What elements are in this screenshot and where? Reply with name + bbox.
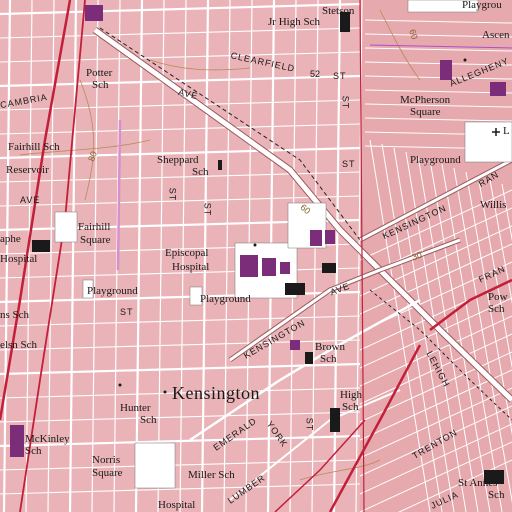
label-st-annes-sch: Sch — [488, 489, 505, 501]
building — [440, 60, 452, 80]
building — [322, 263, 336, 273]
map-canvas — [0, 0, 512, 512]
building — [325, 230, 335, 244]
school-marker — [163, 390, 167, 394]
label-sheppard: Sheppard — [157, 154, 199, 166]
label-reservoir: Reservoir — [6, 164, 49, 176]
label-potter-sch: Sch — [92, 79, 109, 91]
label-st-v2: ST — [202, 202, 213, 217]
label-st-top: ST — [333, 71, 347, 81]
label-elsn-sch: elsn Sch — [0, 339, 37, 351]
label-playground-ne: Playgrou — [462, 0, 502, 11]
label-fairhill: Fairhill — [78, 221, 111, 233]
label-st-side: ST — [340, 95, 351, 110]
label-playground-mcpherson: Playground — [410, 154, 461, 166]
label-st-52: 52 — [310, 69, 321, 79]
label-playground-central: Playground — [200, 293, 251, 305]
label-episcopal-hospital: Hospital — [172, 261, 210, 273]
school-marker — [118, 383, 122, 387]
label-hospital-south: Hospital — [158, 499, 196, 511]
label-hunter: Hunter — [120, 402, 151, 414]
label-st-lower: ST — [120, 307, 134, 317]
norris-square-park — [134, 442, 176, 489]
label-ascension: Ascen — [482, 29, 510, 41]
label-mckinley: McKinley — [25, 433, 70, 445]
label-episcopal: Episcopal — [165, 247, 209, 259]
label-hospital-west: Hospital — [0, 253, 38, 265]
label-aphe: aphe — [0, 233, 21, 245]
school-marker — [463, 58, 467, 62]
label-norris: Norris — [92, 454, 121, 466]
label-high-sch: Sch — [342, 401, 359, 413]
label-pow-sch: Sch — [488, 303, 505, 315]
building — [218, 160, 222, 170]
fairhill-square-park — [54, 211, 78, 243]
label-ns-sch: ns Sch — [0, 309, 30, 321]
building — [310, 230, 322, 246]
building — [305, 352, 313, 364]
label-hunter-sch: Sch — [140, 414, 157, 426]
label-sheppard-sch: Sch — [192, 166, 209, 178]
building — [240, 255, 258, 277]
label-mckinley-sch: Sch — [25, 445, 42, 457]
building — [330, 408, 340, 432]
building — [262, 258, 276, 276]
label-st-mid: ST — [342, 159, 356, 169]
label-brown: Brown — [315, 341, 345, 353]
building — [285, 283, 305, 295]
school-marker — [253, 243, 257, 247]
label-mcpherson: McPherson — [400, 94, 451, 106]
building — [85, 5, 103, 21]
building — [290, 340, 300, 350]
label-fairhill-sch: Fairhill Sch — [8, 141, 60, 153]
label-potter: Potter — [86, 67, 113, 79]
label-playground-west: Playground — [87, 285, 138, 297]
label-ave-left: AVE — [20, 195, 41, 205]
label-pow: Pow — [488, 291, 508, 303]
label-norris-square: Square — [92, 467, 123, 479]
building — [10, 425, 24, 457]
label-st-v3: ST — [304, 417, 315, 432]
building — [280, 262, 290, 274]
topographic-map[interactable]: Stetson Jr High Sch Playgrou Potter Sch … — [0, 0, 512, 512]
label-miller-sch: Miller Sch — [188, 469, 235, 481]
label-mcpherson-square: Square — [410, 106, 441, 118]
label-kensington-neighborhood: Kensington — [172, 383, 260, 403]
label-st-v1: ST — [167, 187, 178, 202]
label-high: High — [340, 389, 362, 401]
label-stetson: Stetson — [322, 5, 355, 17]
building — [32, 240, 50, 252]
label-jr-high-sch: Jr High Sch — [268, 16, 320, 28]
label-willis: Willis — [480, 199, 507, 211]
label-l: L — [503, 125, 510, 137]
label-st-annes: St Annes — [458, 477, 498, 489]
label-brown-sch: Sch — [320, 353, 337, 365]
building — [490, 82, 506, 96]
label-fairhill-square: Square — [80, 234, 111, 246]
